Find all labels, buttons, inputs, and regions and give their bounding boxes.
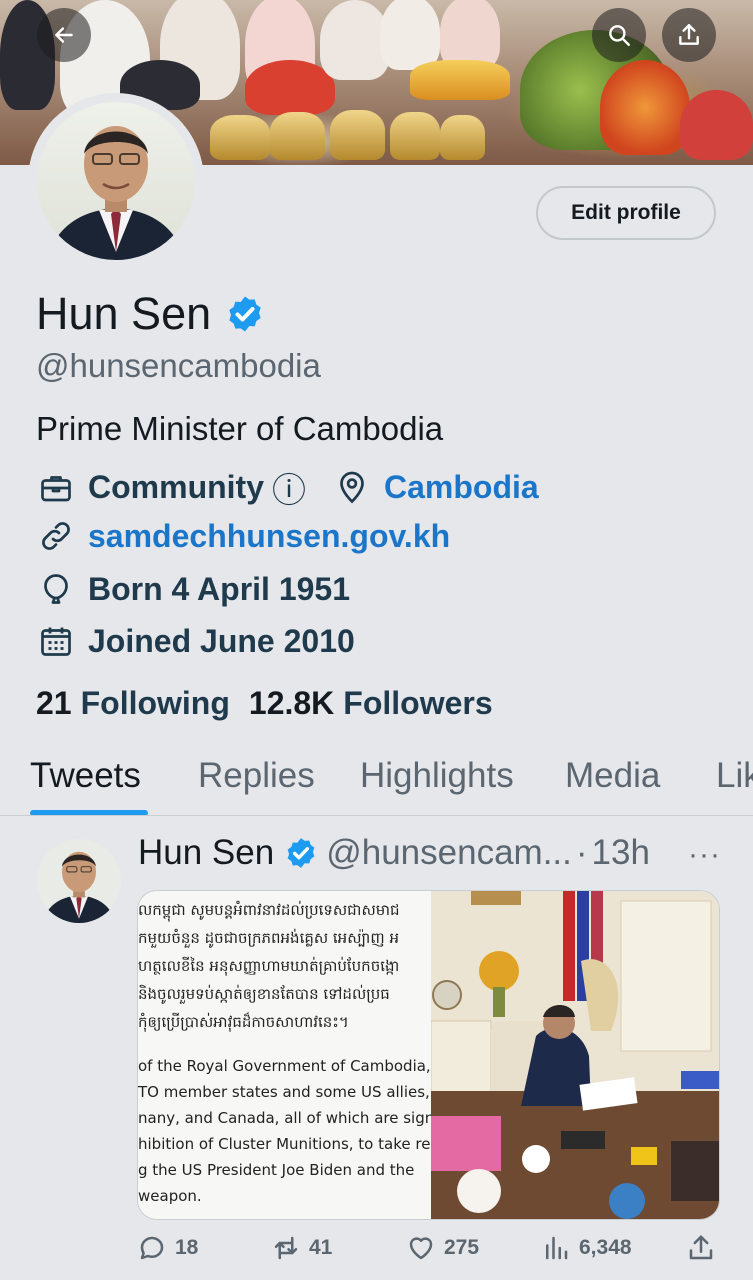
category-location-row: Community ⓘ Cambodia (36, 463, 539, 512)
image-text-line: កមួយចំនួន ដូចជាចក្រភពអង់គ្លេស អេស្ប៉ាញ អ (138, 929, 399, 947)
heart-icon (409, 1237, 433, 1260)
location-pin-icon (332, 468, 372, 508)
following-link[interactable]: 21 Following (36, 685, 230, 722)
profile-joined-date: Joined June 2010 (88, 622, 355, 659)
avatar-portrait (47, 126, 185, 260)
profile-name: Hun Sen (36, 288, 212, 339)
more-options-icon[interactable]: ··· (688, 838, 721, 872)
back-button[interactable] (37, 8, 91, 62)
search-button[interactable] (592, 8, 646, 62)
search-icon (609, 25, 630, 46)
reply-count: 18 (175, 1236, 199, 1259)
profile-bio: Prime Minister of Cambodia (36, 410, 444, 447)
profile-location[interactable]: Cambodia (384, 469, 539, 506)
retweet-count: 41 (309, 1236, 333, 1259)
tweet-media[interactable]: លកម្ពុជា សូមបន្តអំពាវនាវដល់ប្រទេសជាសមាជ … (137, 890, 720, 1220)
banner-offering (330, 110, 385, 160)
view-count: 6,348 (579, 1236, 632, 1259)
balloon-icon (36, 569, 76, 609)
image-text-line: លកម្ពុជា សូមបន្តអំពាវនាវដល់ប្រទេសជាសមាជ (138, 901, 400, 919)
tab-replies[interactable]: Replies (198, 756, 315, 796)
image-text-line: ហត្ថលេខីនៃ អនុសញ្ញាហាមឃាត់គ្រាប់បែកចង្កោ (138, 957, 400, 975)
avatar (37, 102, 195, 260)
tab-tweets[interactable]: Tweets (30, 756, 141, 796)
like-button[interactable]: 275 (406, 1233, 479, 1263)
avatar-portrait (42, 851, 116, 923)
following-count: 21 (36, 685, 72, 721)
tweet-image-photo (431, 891, 719, 1219)
link-icon (36, 516, 76, 556)
profile-tabs: Tweets Replies Highlights Media Lik (0, 748, 753, 816)
profile-handle: @hunsencambodia (36, 347, 321, 384)
like-count: 275 (444, 1236, 480, 1259)
banner-offering (410, 60, 510, 100)
banner-figure (245, 60, 335, 115)
followers-label: Followers (343, 685, 493, 721)
profile-birthdate: Born 4 April 1951 (88, 570, 351, 607)
arrow-left-icon (55, 27, 73, 43)
tab-likes[interactable]: Lik (716, 756, 753, 796)
views-chart-icon (546, 1236, 568, 1260)
banner-offering (440, 115, 485, 160)
profile-category[interactable]: Community (88, 469, 264, 506)
retweet-button[interactable]: 41 (271, 1233, 332, 1263)
image-text-line: និងចូលរួមទប់ស្កាត់ឲ្យខានតែបាន ទៅដល់ប្រធ (138, 985, 390, 1003)
views-button[interactable]: 6,348 (541, 1233, 632, 1263)
image-text-line: TO member states and some US allies, (138, 1083, 430, 1101)
tab-media[interactable]: Media (565, 756, 660, 796)
info-icon[interactable]: ⓘ (272, 463, 306, 512)
joined-row: Joined June 2010 (36, 621, 355, 661)
birthday-row: Born 4 April 1951 (36, 569, 350, 609)
banner-fruit-basket (600, 60, 690, 155)
image-text-line: g the US President Joe Biden and the (138, 1161, 415, 1179)
retweet-icon (274, 1236, 298, 1260)
tab-highlights[interactable]: Highlights (360, 756, 514, 796)
tweet-image-text-panel: លកម្ពុជា សូមបន្តអំពាវនាវដល់ប្រទេសជាសមាជ … (138, 891, 431, 1219)
share-icon (679, 24, 699, 45)
profile-website-link[interactable]: samdechhunsen.gov.kh (88, 518, 450, 555)
tweet-author-name[interactable]: Hun Sen (138, 833, 274, 873)
image-text-line: nany, and Canada, all of which are sign (138, 1109, 431, 1127)
banner-offering (210, 115, 270, 160)
share-button[interactable] (662, 8, 716, 62)
banner-figure (380, 0, 440, 70)
share-icon (689, 1235, 713, 1260)
tweet-actions: 18 41 275 6,348 (0, 1233, 753, 1273)
divider (0, 815, 753, 816)
following-label: Following (80, 685, 230, 721)
separator-dot: · (575, 833, 588, 872)
calendar-icon (36, 621, 76, 661)
website-row: samdechhunsen.gov.kh (36, 516, 450, 556)
image-text-line: of the Royal Government of Cambodia, (138, 1057, 431, 1075)
edit-profile-button[interactable]: Edit profile (536, 186, 716, 240)
briefcase-icon (36, 468, 76, 508)
banner-offering (390, 112, 440, 160)
banner-offering (270, 112, 325, 160)
tweet-author-handle[interactable]: @hunsencam... (326, 833, 572, 873)
image-text-line: weapon. (138, 1187, 202, 1205)
profile-avatar[interactable] (28, 93, 204, 269)
office-photo (431, 891, 719, 1219)
profile-name-row: Hun Sen (36, 288, 265, 340)
tweet-timestamp[interactable]: 13h (592, 833, 650, 873)
banner-fruit-basket (680, 90, 753, 160)
reply-button[interactable]: 18 (137, 1233, 198, 1263)
image-text-line: hibition of Cluster Munitions, to take r… (138, 1135, 431, 1153)
followers-link[interactable]: 12.8K Followers (249, 685, 493, 722)
follow-stats: 21 Following 12.8K Followers (36, 685, 493, 722)
followers-count: 12.8K (248, 685, 335, 721)
image-text-line: កុំឲ្យប្រើប្រាស់អាវុធដ៏កាចសាហាវនេះ។ (138, 1013, 349, 1031)
share-tweet-button[interactable] (686, 1233, 724, 1263)
verified-badge-icon[interactable] (225, 294, 265, 334)
tweet-header: Hun Sen @hunsencam... · 13h (138, 833, 650, 873)
reply-icon (140, 1236, 164, 1260)
verified-badge-icon (287, 838, 315, 868)
tweet-author-avatar[interactable] (37, 839, 121, 923)
